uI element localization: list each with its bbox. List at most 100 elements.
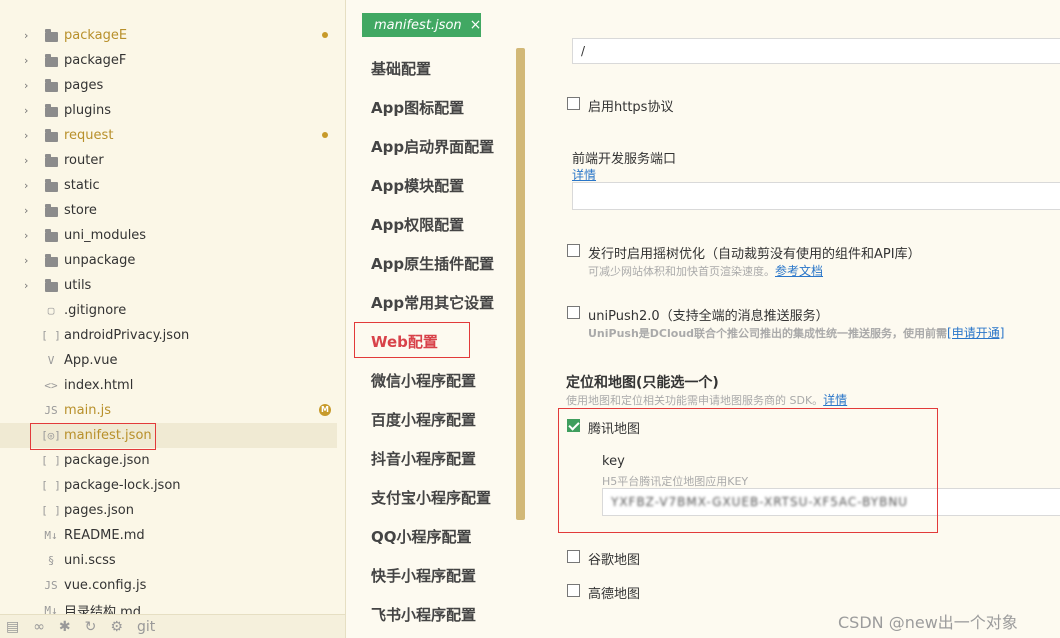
nav-item[interactable]: App原生插件配置 — [371, 253, 494, 274]
vue-icon: V — [47, 354, 55, 367]
public-path-input[interactable]: / — [572, 38, 1060, 64]
folder-icon — [44, 203, 58, 219]
chevron-right-icon[interactable]: › — [24, 79, 34, 92]
tree-item[interactable]: › plugins — [0, 98, 337, 123]
tree-item[interactable]: <> index.html — [0, 373, 337, 398]
chevron-right-icon[interactable]: › — [24, 29, 34, 42]
unipush-apply-link[interactable]: [申请开通] — [947, 326, 1004, 340]
refresh-icon[interactable]: ↻ — [85, 619, 97, 635]
scrollbar[interactable] — [516, 48, 525, 520]
tree-item[interactable]: › packageE — [0, 23, 337, 48]
nav-item[interactable]: 百度小程序配置 — [371, 409, 476, 430]
tree-item[interactable]: › request — [0, 123, 337, 148]
json-icon: [ ] — [41, 504, 61, 517]
nav-item[interactable]: App常用其它设置 — [371, 292, 494, 313]
tree-item-label: main.js — [64, 403, 111, 418]
nav-item[interactable]: 基础配置 — [371, 58, 431, 79]
close-icon[interactable]: × — [470, 17, 482, 33]
bug-icon[interactable]: ✱ — [59, 619, 71, 635]
chevron-right-icon[interactable]: › — [24, 279, 34, 292]
key-value: YXFBZ-V7BMX-GXUEB-XRTSU-XF5AC-BYBNU — [611, 495, 909, 509]
folder-icon — [44, 128, 58, 144]
nav-item[interactable]: App图标配置 — [371, 97, 464, 118]
tree-item[interactable]: [ ] package.json — [0, 448, 337, 473]
nav-item[interactable]: 飞书小程序配置 — [371, 604, 476, 625]
chevron-right-icon[interactable]: › — [24, 154, 34, 167]
watermark: CSDN @new出一个对象 — [838, 613, 1018, 632]
tab-label: manifest.json — [374, 17, 462, 33]
bike-icon[interactable]: ∞ — [33, 619, 45, 635]
explorer-toolbar: ▤ ∞ ✱ ↻ ⚙ git — [0, 614, 345, 638]
tree-item[interactable]: › packageF — [0, 48, 337, 73]
tree-item-label: package-lock.json — [64, 478, 181, 493]
nav-item[interactable]: 抖音小程序配置 — [371, 448, 476, 469]
tree-item-label: request — [64, 128, 114, 143]
tree-item-label: androidPrivacy.json — [64, 328, 190, 343]
unipush-hint: UniPush是DCloud联合个推公司推出的集成性统一推送服务，使用前需 — [588, 327, 948, 340]
scss-icon: § — [47, 554, 55, 567]
chevron-right-icon[interactable]: › — [24, 229, 34, 242]
tree-item[interactable]: › unpackage — [0, 248, 337, 273]
folder-icon — [44, 53, 58, 69]
nav-item[interactable]: 支付宝小程序配置 — [371, 487, 491, 508]
tree-item[interactable]: JS main.js M — [0, 398, 337, 423]
modified-badge: M — [319, 404, 331, 416]
nav-item[interactable]: 快手小程序配置 — [371, 565, 476, 586]
tencent-map-checkbox[interactable] — [567, 419, 580, 432]
tree-item[interactable]: › pages — [0, 73, 337, 98]
git-icon[interactable]: git — [137, 619, 155, 635]
https-checkbox[interactable] — [567, 97, 580, 110]
tree-item[interactable]: › uni_modules — [0, 223, 337, 248]
nav-item[interactable]: Web配置 — [371, 331, 438, 352]
chevron-right-icon[interactable]: › — [24, 204, 34, 217]
google-map-checkbox[interactable] — [567, 550, 580, 563]
unipush-checkbox[interactable] — [567, 306, 580, 319]
tree-item[interactable]: ▢ .gitignore — [0, 298, 337, 323]
json-icon: [ ] — [41, 454, 61, 467]
tree-item[interactable]: [ ] androidPrivacy.json — [0, 323, 337, 348]
tree-item-label: store — [64, 203, 97, 218]
key-label: key — [602, 454, 625, 469]
tab-manifest[interactable]: manifest.json × — [362, 13, 481, 37]
chevron-right-icon[interactable]: › — [24, 54, 34, 67]
nav-item[interactable]: QQ小程序配置 — [371, 526, 472, 547]
map-details-link[interactable]: 详情 — [823, 393, 847, 407]
markdown-icon: M↓ — [44, 529, 58, 542]
explorer-icon[interactable]: ▤ — [6, 619, 19, 635]
unipush-label: uniPush2.0（支持全端的消息推送服务） — [588, 309, 829, 324]
chevron-right-icon[interactable]: › — [24, 104, 34, 117]
folder-icon — [44, 153, 58, 169]
chevron-right-icon[interactable]: › — [24, 179, 34, 192]
nav-item[interactable]: App权限配置 — [371, 214, 464, 235]
port-input[interactable] — [572, 182, 1060, 210]
tree-item-label: packageE — [64, 28, 128, 43]
port-details-link[interactable]: 详情 — [572, 166, 596, 183]
folder-icon — [44, 228, 58, 244]
tree-item[interactable]: › router — [0, 148, 337, 173]
tree-item[interactable]: [◎] manifest.json — [0, 423, 337, 448]
manifest-icon: [◎] — [41, 429, 61, 442]
treeshake-checkbox[interactable] — [567, 244, 580, 257]
chevron-right-icon[interactable]: › — [24, 129, 34, 142]
chevron-right-icon[interactable]: › — [24, 254, 34, 267]
tree-item-label: App.vue — [64, 353, 118, 368]
nav-item[interactable]: 微信小程序配置 — [371, 370, 476, 391]
tree-item[interactable]: › utils — [0, 273, 337, 298]
nav-item[interactable]: App模块配置 — [371, 175, 464, 196]
tree-item[interactable]: › static — [0, 173, 337, 198]
tree-item[interactable]: M↓ README.md — [0, 523, 337, 548]
plugin-icon[interactable]: ⚙ — [110, 619, 123, 635]
tencent-map-label: 腾讯地图 — [588, 422, 641, 437]
tree-item[interactable]: § uni.scss — [0, 548, 337, 573]
tree-item[interactable]: JS vue.config.js — [0, 573, 337, 598]
tree-item-label: pages — [64, 78, 104, 93]
treeshake-hint-row: 可减少网站体积和加快首页渲染速度。参考文档 — [588, 262, 823, 279]
tree-item[interactable]: › store — [0, 198, 337, 223]
tree-item[interactable]: [ ] pages.json — [0, 498, 337, 523]
key-input[interactable]: YXFBZ-V7BMX-GXUEB-XRTSU-XF5AC-BYBNU — [602, 488, 1060, 516]
amap-checkbox[interactable] — [567, 584, 580, 597]
nav-item[interactable]: App启动界面配置 — [371, 136, 494, 157]
tree-item[interactable]: V App.vue — [0, 348, 337, 373]
tree-item[interactable]: [ ] package-lock.json — [0, 473, 337, 498]
treeshake-docs-link[interactable]: 参考文档 — [775, 264, 823, 278]
